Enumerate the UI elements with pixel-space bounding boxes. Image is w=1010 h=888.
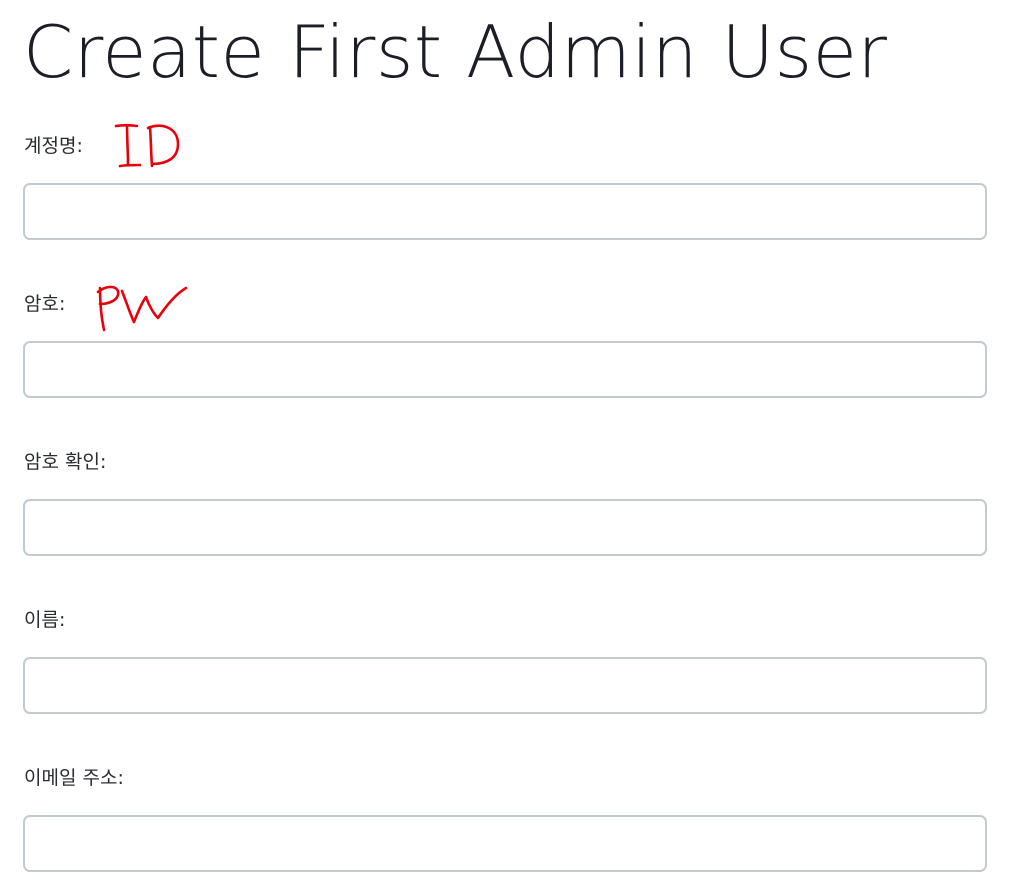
password-input[interactable] xyxy=(23,341,987,398)
page-title: Create First Admin User xyxy=(23,10,888,94)
full-name-label: 이름: xyxy=(24,609,66,631)
email-label: 이메일 주소: xyxy=(24,767,124,789)
password-label: 암호: xyxy=(24,293,66,315)
password-confirm-label: 암호 확인: xyxy=(24,451,107,473)
username-input[interactable] xyxy=(23,183,987,240)
email-input[interactable] xyxy=(23,815,987,872)
full-name-input[interactable] xyxy=(23,657,987,714)
handwritten-id-annotation xyxy=(114,123,180,168)
handwritten-pw-annotation xyxy=(96,285,188,332)
username-label: 계정명: xyxy=(24,135,83,157)
password-confirm-input[interactable] xyxy=(23,499,987,556)
